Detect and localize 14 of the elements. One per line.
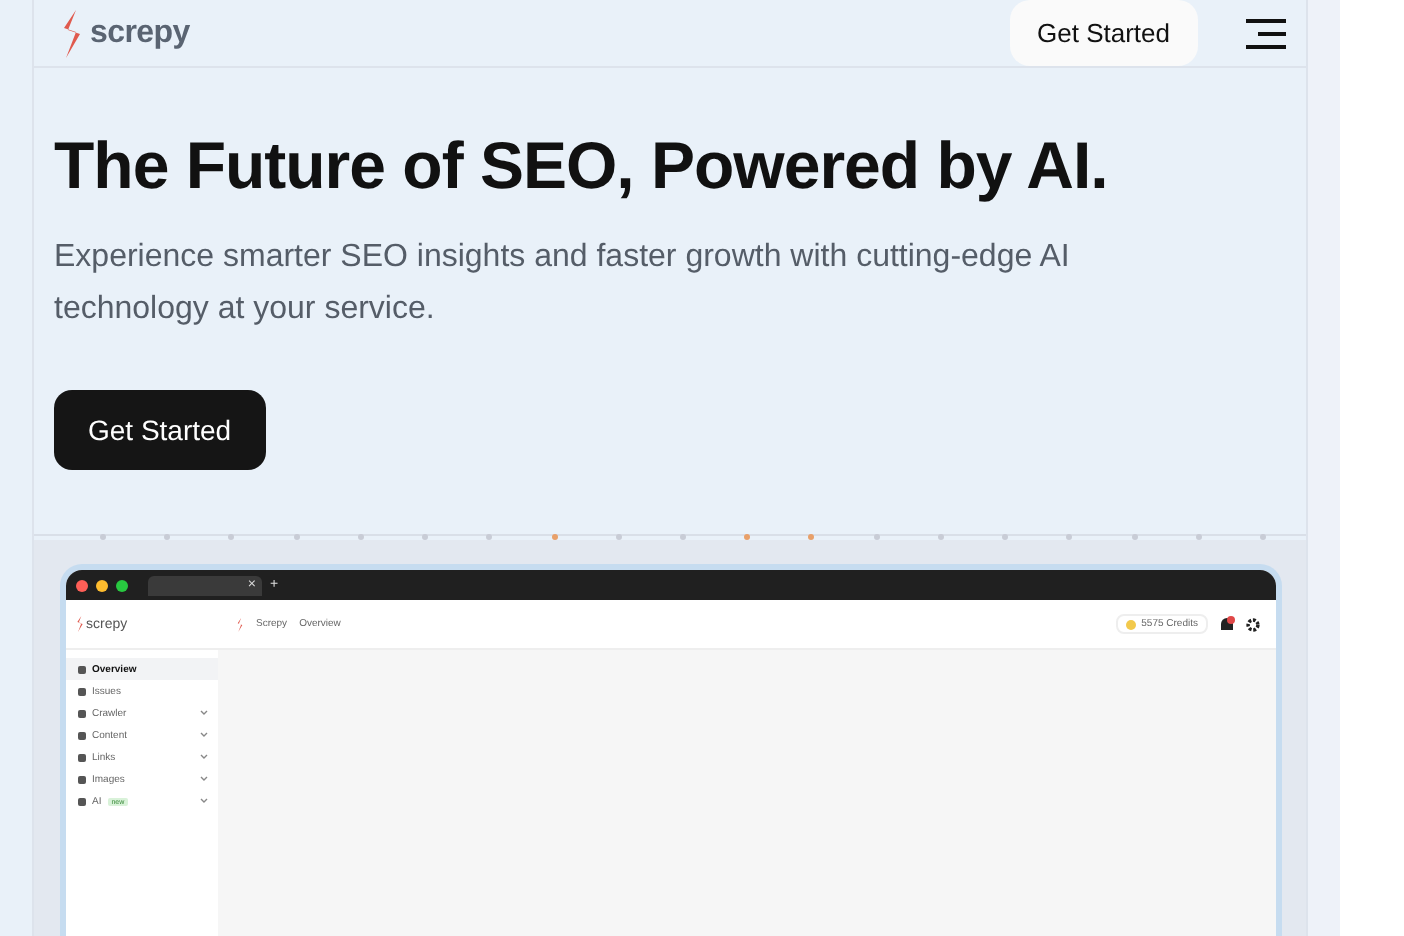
menu-icon[interactable] xyxy=(1246,17,1286,49)
get-started-button[interactable]: Get Started xyxy=(1009,0,1198,66)
maximize-dot-icon xyxy=(116,579,128,591)
hero-subtitle: Experience smarter SEO insights and faster growth with cutting-edge AI technology at your service. xyxy=(54,238,1072,330)
settings-icon[interactable] xyxy=(1246,617,1260,631)
logo-icon xyxy=(60,9,84,57)
get-started-button[interactable]: Get Started xyxy=(54,390,266,470)
logo-icon xyxy=(76,616,84,632)
close-dot-icon xyxy=(76,579,88,591)
bell-icon[interactable] xyxy=(1218,615,1236,633)
logo-icon xyxy=(236,617,244,631)
logo-text: screpy xyxy=(90,15,190,51)
minimize-dot-icon xyxy=(96,579,108,591)
hero-title: The Future of SEO, Powered by AI. xyxy=(54,128,1110,204)
